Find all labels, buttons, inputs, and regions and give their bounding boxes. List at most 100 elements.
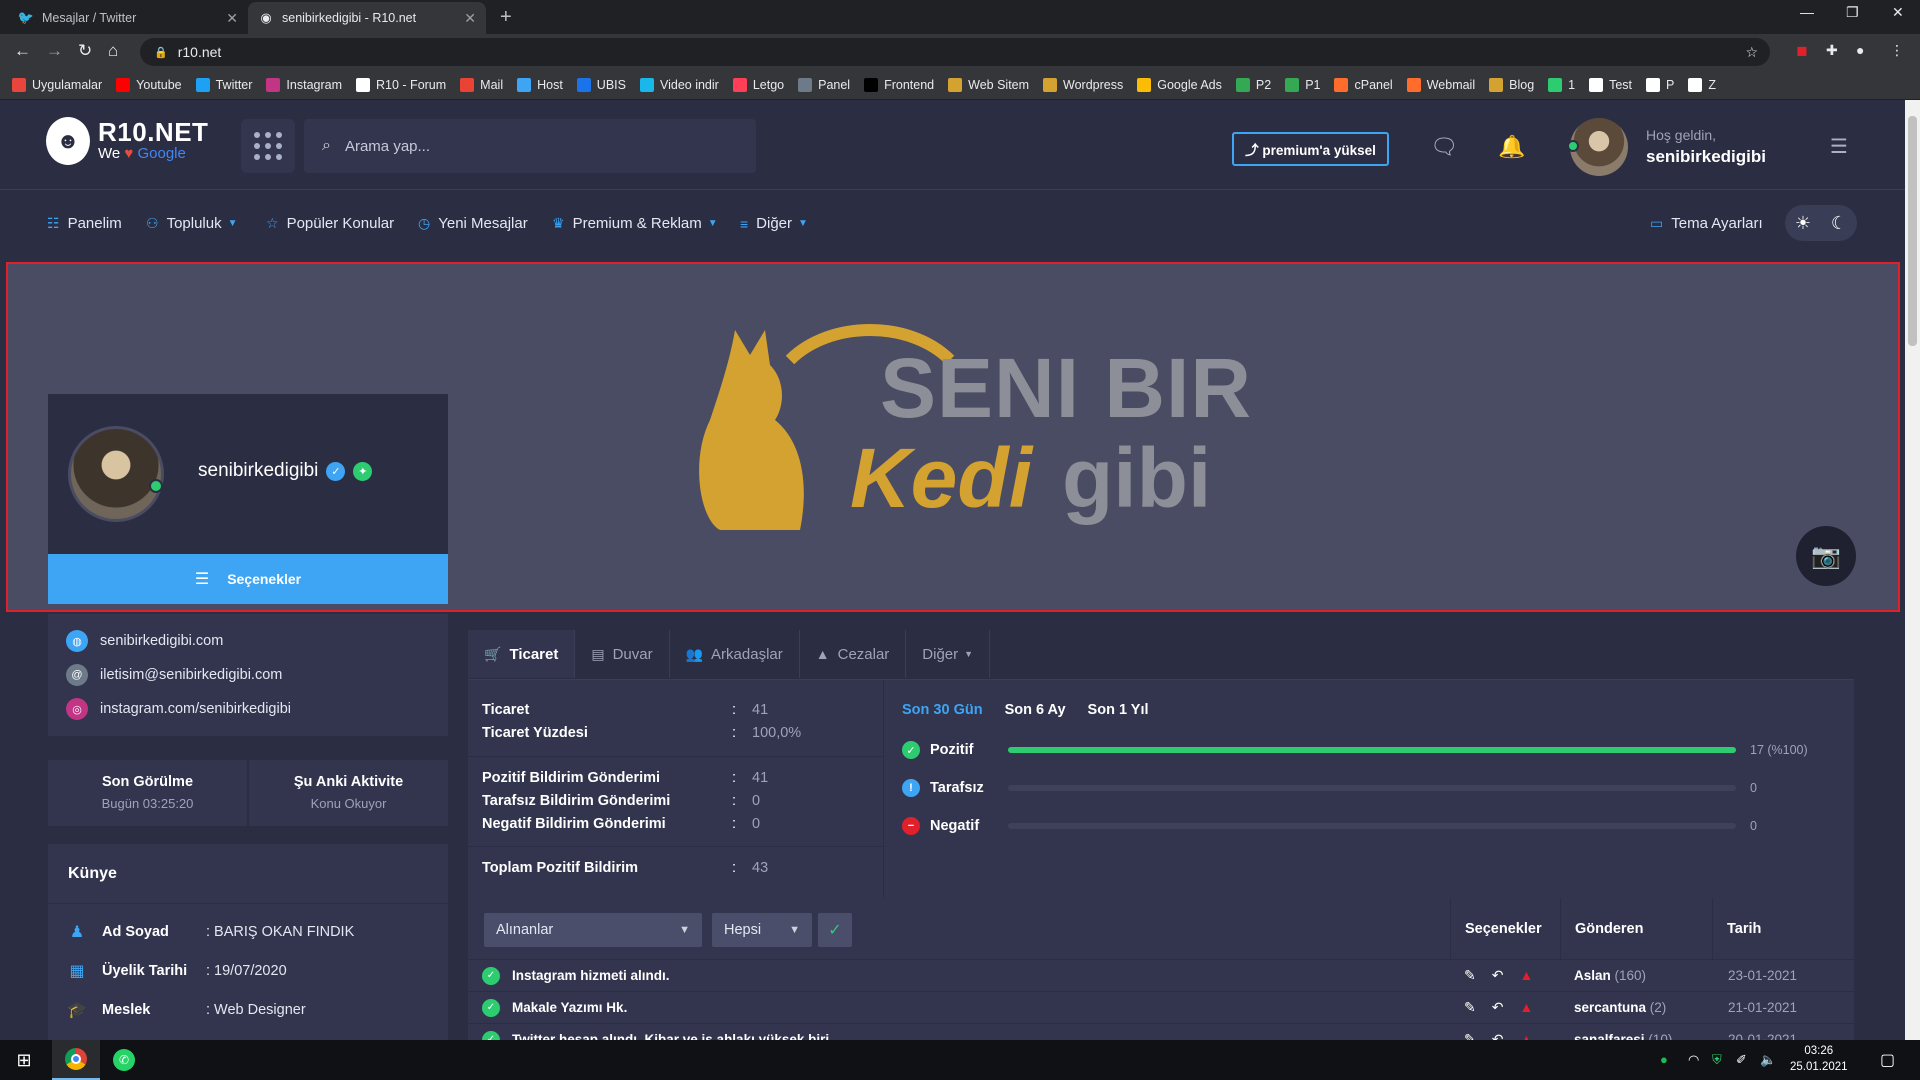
edit-icon[interactable]: ✎ <box>1464 967 1476 984</box>
report-icon[interactable]: ▲ <box>1519 1031 1533 1040</box>
system-clock[interactable]: 03:26 25.01.2021 <box>1790 1043 1848 1075</box>
network-icon[interactable]: ◠ <box>1688 1052 1699 1068</box>
close-window-button[interactable]: ✕ <box>1892 4 1904 21</box>
back-icon[interactable]: ← <box>14 41 31 61</box>
bookmark-item[interactable]: Panel <box>798 77 850 92</box>
settings-menu-icon[interactable]: ☰ <box>1830 134 1848 159</box>
nav-topluluk[interactable]: ⚇ Topluluk ▼ <box>146 215 238 232</box>
bookmark-item[interactable]: Video indir <box>639 77 719 92</box>
bookmark-item[interactable]: Instagram <box>266 77 342 92</box>
contact-website[interactable]: ◍ senibirkedigibi.com <box>66 624 430 658</box>
received-filter-select[interactable]: Alınanlar ▼ <box>484 913 702 947</box>
search-input[interactable] <box>344 137 725 155</box>
page-scrollbar[interactable] <box>1905 100 1920 1040</box>
site-logo[interactable]: ☻ R10.NET We ♥ Google <box>46 117 208 165</box>
bookmark-item[interactable]: Test <box>1589 77 1632 92</box>
bookmark-item[interactable]: Host <box>517 77 563 92</box>
puzzle-icon[interactable]: ✚ <box>1826 42 1838 59</box>
feedback-text[interactable]: Twitter hesap alındı. Kibar ve iş ahlakı… <box>512 1032 1282 1040</box>
extension-icon[interactable]: ◼ <box>1796 42 1808 59</box>
bookmark-item[interactable]: Web Sitem <box>948 77 1029 92</box>
premium-upgrade-button[interactable]: ⤴ premium'a yüksel <box>1232 132 1389 166</box>
tab-arkadaslar[interactable]: 👥 Arkadaşlar <box>670 630 800 678</box>
tab-diger[interactable]: Diğer ▼ <box>906 630 991 678</box>
bookmark-item[interactable]: Google Ads <box>1137 77 1222 92</box>
edit-icon[interactable]: ✎ <box>1464 999 1476 1016</box>
profile-avatar[interactable] <box>68 426 164 522</box>
bookmark-item[interactable]: Frontend <box>864 77 934 92</box>
volume-icon[interactable]: 🔈 <box>1760 1052 1776 1068</box>
bookmark-item[interactable]: P1 <box>1285 77 1320 92</box>
bookmark-item[interactable]: Webmail <box>1406 77 1475 92</box>
type-filter-select[interactable]: Hepsi ▼ <box>712 913 812 947</box>
theme-toggle[interactable]: ☀ ☾ <box>1785 205 1857 241</box>
reply-icon[interactable]: ↶ <box>1492 999 1504 1016</box>
bookmark-item[interactable]: cPanel <box>1334 77 1393 92</box>
bookmark-item[interactable]: Z <box>1688 77 1716 92</box>
sender-name[interactable]: sanalfaresi <box>1574 1032 1645 1040</box>
bookmark-item[interactable]: R10 - Forum <box>356 77 446 92</box>
notification-center-icon[interactable]: ▢ <box>1880 1050 1895 1070</box>
close-tab-icon[interactable]: ✕ <box>226 10 238 27</box>
nav-diger[interactable]: ≡ Diğer ▼ <box>740 215 808 232</box>
scrollbar-thumb[interactable] <box>1908 116 1917 346</box>
contact-email[interactable]: @ iletisim@senibirkedigibi.com <box>66 658 430 692</box>
address-bar[interactable]: 🔒 r10.net ☆ <box>140 38 1770 66</box>
tab-duvar[interactable]: ▤ Duvar <box>575 630 670 678</box>
reload-icon[interactable]: ↻ <box>78 41 92 61</box>
feedback-text[interactable]: Makale Yazımı Hk. <box>512 1000 1282 1015</box>
bookmark-item[interactable]: Wordpress <box>1043 77 1123 92</box>
bookmark-star-icon[interactable]: ☆ <box>1745 44 1758 61</box>
user-menu[interactable]: Hoş geldin, senibirkedigibi <box>1567 118 1766 176</box>
tab-ticaret[interactable]: 🛒 Ticaret <box>468 630 576 678</box>
moon-icon[interactable]: ☾ <box>1831 213 1847 234</box>
nav-panelim[interactable]: ☷ Panelim <box>47 215 122 232</box>
edit-icon[interactable]: ✎ <box>1464 1031 1476 1040</box>
bookmark-item[interactable]: UBIS <box>576 77 626 92</box>
shield-icon[interactable]: ⛨ <box>1712 1052 1722 1068</box>
reply-icon[interactable]: ↶ <box>1492 1031 1504 1040</box>
browser-tab-r10[interactable]: ◉ senibirkedigibi - R10.net ✕ <box>248 2 486 34</box>
new-tab-button[interactable]: + <box>500 6 512 29</box>
home-icon[interactable]: ⌂ <box>108 41 118 61</box>
bookmark-item[interactable]: Uygulamalar <box>12 77 102 92</box>
browser-tab-twitter[interactable]: 🐦 Mesajlar / Twitter ✕ <box>8 2 248 34</box>
close-tab-icon[interactable]: ✕ <box>464 10 476 27</box>
change-cover-camera-button[interactable]: 📷 <box>1796 526 1856 586</box>
period-1-year[interactable]: Son 1 Yıl <box>1088 702 1149 718</box>
feedback-text[interactable]: Instagram hizmeti alındı. <box>512 968 1282 983</box>
bookmark-item[interactable]: Twitter <box>195 77 252 92</box>
chrome-taskbar-icon[interactable] <box>52 1040 100 1080</box>
contact-instagram[interactable]: ◎ instagram.com/senibirkedigibi <box>66 692 430 726</box>
report-icon[interactable]: ▲ <box>1519 967 1533 984</box>
minimize-button[interactable]: — <box>1800 4 1814 20</box>
nav-populer-konular[interactable]: ☆ Popüler Konular <box>266 215 394 232</box>
tab-cezalar[interactable]: ▲ Cezalar <box>800 630 907 678</box>
sun-icon[interactable]: ☀ <box>1795 213 1811 234</box>
bookmark-item[interactable]: Youtube <box>116 77 182 92</box>
windows-start-icon[interactable]: ⊞ <box>0 1040 48 1080</box>
period-6-months[interactable]: Son 6 Ay <box>1005 702 1066 718</box>
restore-button[interactable]: ❐ <box>1846 4 1859 21</box>
forward-icon[interactable]: → <box>46 41 63 61</box>
pen-icon[interactable]: ✐ <box>1736 1052 1747 1068</box>
chrome-menu-icon[interactable]: ⋮ <box>1890 42 1904 59</box>
bookmark-item[interactable]: 1 <box>1548 77 1575 92</box>
bookmark-item[interactable]: Letgo <box>732 77 784 92</box>
messages-icon[interactable]: 🗨 <box>1430 134 1458 160</box>
bookmark-item[interactable]: P2 <box>1235 77 1271 92</box>
apps-grid-button[interactable] <box>241 119 295 173</box>
bookmark-item[interactable]: Mail <box>460 77 503 92</box>
period-30-days[interactable]: Son 30 Gün <box>902 702 983 718</box>
whatsapp-taskbar-icon[interactable]: ✆ <box>100 1040 148 1080</box>
sender-name[interactable]: Aslan <box>1574 968 1611 983</box>
notifications-bell-icon[interactable]: 🔔 <box>1498 134 1525 160</box>
report-icon[interactable]: ▲ <box>1519 999 1533 1016</box>
theme-settings-link[interactable]: ▭ Tema Ayarları <box>1650 215 1763 232</box>
bookmark-item[interactable]: P <box>1646 77 1674 92</box>
reply-icon[interactable]: ↶ <box>1492 967 1504 984</box>
apply-filter-button[interactable]: ✓ <box>818 913 852 947</box>
sender-name[interactable]: sercantuna <box>1574 1000 1646 1015</box>
profile-avatar-icon[interactable]: ● <box>1856 42 1864 58</box>
profile-options-button[interactable]: ☰ Seçenekler <box>48 554 448 604</box>
